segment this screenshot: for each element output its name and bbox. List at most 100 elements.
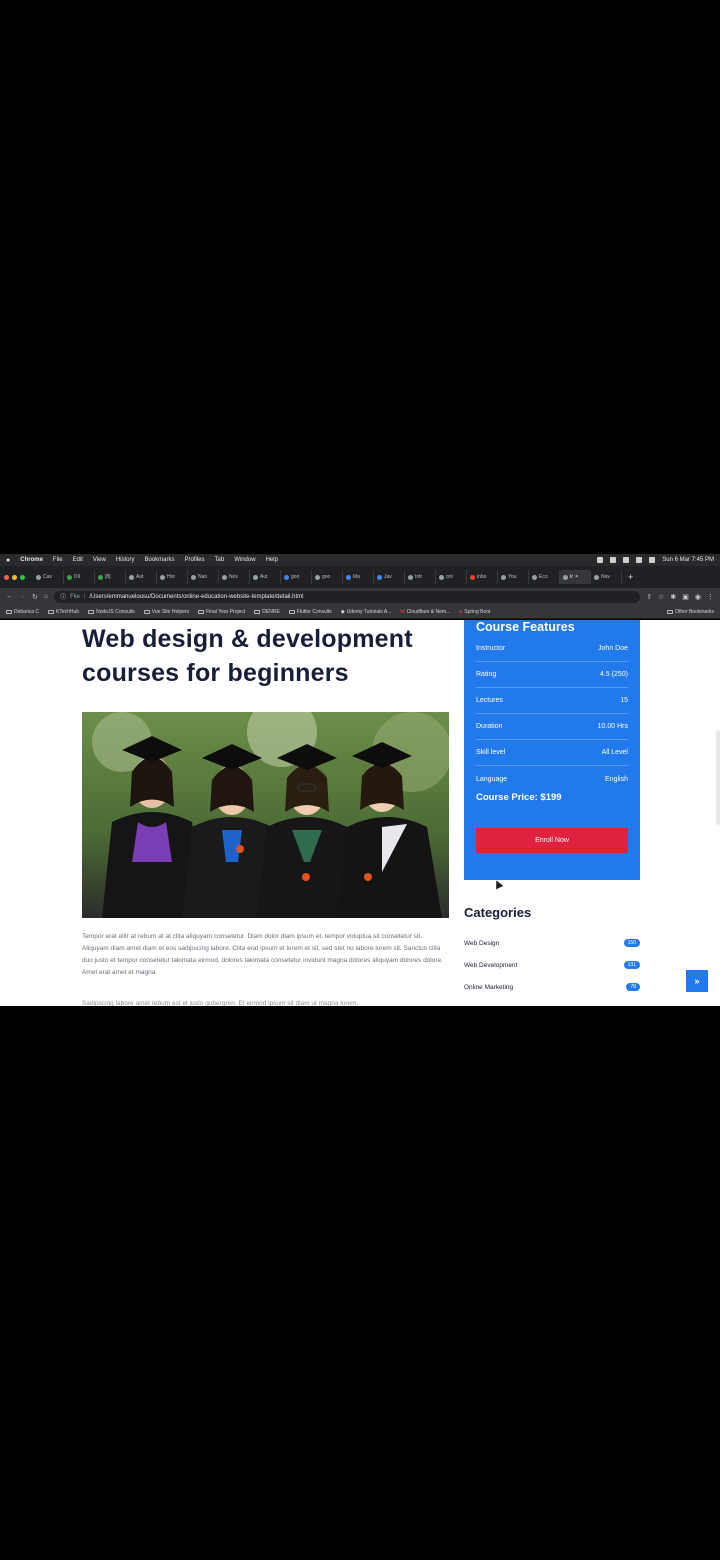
bookmark-item[interactable]: Vue Site Helpers — [143, 609, 189, 615]
browser-tab[interactable]: inbo — [467, 570, 498, 584]
home-icon[interactable]: ⌂ — [44, 593, 48, 600]
other-bookmarks[interactable]: Other Bookmarks — [667, 609, 714, 615]
browser-tab-active[interactable]: Ir × — [560, 570, 591, 584]
clock[interactable]: Sun 6 Mar 7:45 PM — [662, 557, 714, 563]
bookmark-item[interactable]: NodeJS Consults — [88, 609, 135, 615]
bookmark-item[interactable]: M Cloudflare & Nem... — [400, 609, 450, 615]
browser-tab[interactable]: Hor — [157, 570, 188, 584]
card-title: Course Features — [476, 620, 575, 634]
category-item-web-design[interactable]: Web Design 150 — [464, 936, 640, 950]
category-item-online-marketing[interactable]: Online Marketing 78 — [464, 980, 640, 994]
bookmark-item[interactable]: Final Year Project — [198, 609, 245, 615]
browser-tab[interactable]: Dil — [64, 570, 95, 584]
browser-tab[interactable]: Jav — [374, 570, 405, 584]
browser-tab[interactable]: Ma — [343, 570, 374, 584]
folder-icon — [254, 609, 261, 614]
profile-icon[interactable]: ◉ — [695, 593, 701, 601]
wifi-icon[interactable] — [610, 557, 617, 563]
browser-tab[interactable]: Nav — [591, 570, 622, 584]
address-bar[interactable]: ⓘ File | /Users/emmanuelousu/Documents/o… — [54, 590, 641, 603]
bookmark-item[interactable]: ◆ Udemy Tutorials A... — [341, 609, 392, 615]
browser-tab[interactable]: Nov — [219, 570, 250, 584]
reload-icon[interactable]: ↻ — [32, 593, 38, 601]
menu-tab[interactable]: Tab — [215, 557, 225, 563]
favicon-icon — [377, 574, 382, 580]
extensions-icon[interactable]: ✱ — [670, 593, 676, 601]
toolbar-icons: ⇪ ☆ ✱ ▣ ◉ ⋮ — [646, 593, 714, 601]
back-icon[interactable]: ← — [6, 593, 13, 600]
link-icon: M — [400, 608, 405, 615]
menu-edit[interactable]: Edit — [73, 557, 83, 563]
browser-tab[interactable]: goo — [312, 570, 343, 584]
forward-icon[interactable]: → — [19, 593, 26, 600]
close-tab-icon[interactable]: × — [575, 574, 578, 580]
menu-history[interactable]: History — [116, 557, 135, 563]
info-icon[interactable]: ⓘ — [60, 592, 66, 601]
bookmarks-bar: Debanca C KTechHub NodeJS Consults Vue S… — [0, 605, 720, 619]
menu-profiles[interactable]: Profiles — [185, 557, 205, 563]
browser-tab[interactable]: Intr — [405, 570, 436, 584]
menu-window[interactable]: Window — [234, 557, 255, 563]
course-title: Web design & development courses for beg… — [82, 625, 413, 687]
browser-tab[interactable]: Eco — [529, 570, 560, 584]
battery-icon[interactable] — [636, 557, 643, 563]
favicon-icon — [98, 574, 103, 580]
apple-icon[interactable]: ● — [6, 557, 10, 564]
feature-value: John Doe — [598, 645, 628, 652]
favicon-icon — [160, 574, 165, 580]
browser-tab[interactable]: [8] — [95, 570, 126, 584]
bookmark-item[interactable]: ● Spring Boot — [459, 609, 490, 615]
menu-file[interactable]: File — [53, 557, 63, 563]
page-scrollbar[interactable] — [716, 730, 720, 825]
bookmark-star-icon[interactable]: ☆ — [658, 593, 664, 601]
bookmark-item[interactable]: DENRE — [254, 609, 280, 615]
feature-label: Skill level — [476, 749, 506, 756]
search-icon[interactable] — [649, 557, 656, 563]
bookmark-item[interactable]: KTechHub — [48, 609, 79, 615]
share-icon[interactable]: ⇪ — [646, 593, 652, 601]
zoom-window-icon[interactable] — [20, 574, 25, 580]
course-price: Course Price: $199 — [476, 792, 562, 803]
new-tab-button[interactable]: + — [628, 572, 633, 582]
browser-tab[interactable]: You — [498, 570, 529, 584]
favicon-icon — [501, 574, 506, 580]
link-icon: ● — [459, 608, 463, 615]
feature-row-lectures: Lectures 15 — [476, 688, 628, 714]
menu-bookmarks[interactable]: Bookmarks — [145, 557, 175, 563]
volume-icon[interactable] — [623, 557, 630, 563]
browser-tab[interactable]: onl — [436, 570, 467, 584]
back-to-top-button[interactable]: » — [686, 970, 708, 992]
menu-icon[interactable]: ⋮ — [707, 593, 714, 601]
browser-tab[interactable]: goo — [281, 570, 312, 584]
menu-help[interactable]: Help — [266, 557, 278, 563]
address-url: /Users/emmanuelousu/Documents/online-edu… — [89, 593, 304, 600]
enroll-now-button[interactable]: Enroll Now — [476, 828, 628, 853]
favicon-icon — [532, 574, 537, 580]
mouse-cursor-icon — [492, 878, 504, 890]
sidepanel-icon[interactable]: ▣ — [682, 593, 689, 601]
course-description-2: Sadipscing labore amet rebum est et just… — [82, 1000, 359, 1006]
menu-app-name[interactable]: Chrome — [20, 557, 43, 563]
favicon-icon — [315, 574, 320, 580]
browser-tab[interactable]: Nan — [188, 570, 219, 584]
browser-tab[interactable]: Aut — [250, 570, 281, 584]
close-window-icon[interactable] — [4, 574, 9, 580]
browser-tab[interactable]: Cas — [33, 570, 64, 584]
favicon-icon — [563, 574, 568, 580]
record-icon[interactable] — [597, 557, 604, 563]
os-menu-bar: ● Chrome File Edit View History Bookmark… — [0, 554, 720, 566]
browser-tab[interactable]: Aut — [126, 570, 157, 584]
window-controls — [4, 574, 25, 580]
category-label: Online Marketing — [464, 983, 514, 991]
bookmark-item[interactable]: Debanca C — [6, 609, 39, 615]
folder-icon — [143, 609, 150, 614]
category-count-badge: 78 — [626, 983, 640, 991]
bookmark-item[interactable]: Flutter Consults — [288, 609, 332, 615]
browser-toolbar: ← → ↻ ⌂ ⓘ File | /Users/emmanuelousu/Doc… — [0, 588, 720, 605]
menu-view[interactable]: View — [93, 557, 106, 563]
minimize-window-icon[interactable] — [12, 574, 17, 580]
feature-label: Lectures — [476, 697, 503, 704]
folder-icon — [288, 609, 295, 614]
category-item-web-development[interactable]: Web Development 131 — [464, 958, 640, 972]
folder-icon — [667, 609, 674, 614]
